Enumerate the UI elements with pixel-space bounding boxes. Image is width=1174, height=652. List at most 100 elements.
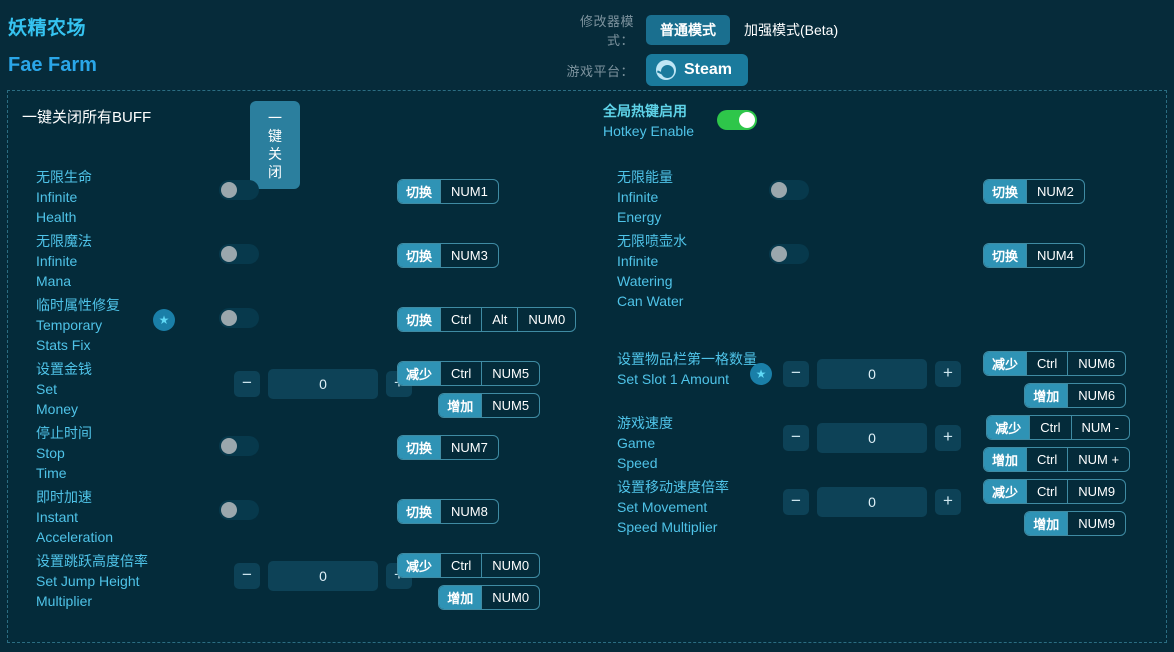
cheat-label-block: 设置移动速度倍率 Set Movement Speed Multiplier <box>617 477 729 537</box>
stepper-increment-button[interactable]: + <box>935 361 961 387</box>
hotkey-action-label[interactable]: 增加 <box>439 586 482 609</box>
hotkey-binding-num3[interactable]: 切换 NUM3 <box>397 243 499 268</box>
hotkey-binding-ctrl-num9[interactable]: 减少 Ctrl NUM9 <box>983 479 1127 504</box>
mode-enhanced-button[interactable]: 加强模式(Beta) <box>730 15 852 45</box>
hotkey-action-label[interactable]: 切换 <box>398 180 441 203</box>
hotkey-binding-num0[interactable]: 增加 NUM0 <box>438 585 541 610</box>
stepper-value-input[interactable]: 0 <box>817 487 927 517</box>
cheat-label-en: Game Speed <box>617 435 658 471</box>
hotkey-action-label[interactable]: 切换 <box>984 244 1027 267</box>
hotkey-action-label[interactable]: 切换 <box>398 244 441 267</box>
hotkey-key[interactable]: NUM7 <box>440 436 498 459</box>
hotkey-action-label[interactable]: 增加 <box>439 394 482 417</box>
hotkey-binding-num8[interactable]: 切换 NUM8 <box>397 499 499 524</box>
hotkey-key[interactable]: Ctrl <box>440 308 481 331</box>
stepper-decrement-button[interactable]: − <box>783 489 809 515</box>
hotkey-key[interactable]: NUM8 <box>440 500 498 523</box>
cheat-toggle[interactable] <box>219 180 259 200</box>
toggle-knob <box>221 246 237 262</box>
cheat-toggle[interactable] <box>219 244 259 264</box>
hotkey-action-label[interactable]: 切换 <box>398 500 441 523</box>
hotkey-action-label[interactable]: 增加 <box>1025 512 1068 535</box>
hotkey-key[interactable]: Ctrl <box>440 554 481 577</box>
cheat-stepper: −0+ <box>234 561 412 591</box>
hotkey-key[interactable]: NUM5 <box>481 394 539 417</box>
hotkey-key[interactable]: NUM1 <box>440 180 498 203</box>
hotkey-key[interactable]: NUM0 <box>517 308 575 331</box>
hotkey-key[interactable]: NUM2 <box>1026 180 1084 203</box>
hotkey-action-label[interactable]: 切换 <box>398 308 441 331</box>
platform-steam-button[interactable]: Steam <box>646 54 749 86</box>
hotkey-key[interactable]: NUM9 <box>1067 512 1125 535</box>
mode-normal-button[interactable]: 普通模式 <box>646 15 730 45</box>
hotkey-binding-ctrl-num6[interactable]: 减少 Ctrl NUM6 <box>983 351 1127 376</box>
favorite-star-icon[interactable]: ★ <box>750 363 772 385</box>
hotkey-key[interactable]: NUM4 <box>1026 244 1084 267</box>
cheat-label-cn: 即时加速 <box>36 489 92 505</box>
hotkey-binding-ctrl-num[interactable]: 增加 Ctrl NUM + <box>983 447 1131 472</box>
stepper-value-input[interactable]: 0 <box>268 369 378 399</box>
stepper-decrement-button[interactable]: − <box>783 425 809 451</box>
stepper-increment-button[interactable]: + <box>935 489 961 515</box>
hotkey-enable-toggle[interactable] <box>717 110 757 130</box>
hotkey-key[interactable]: Ctrl <box>1029 416 1070 439</box>
hotkey-key[interactable]: Ctrl <box>1026 480 1067 503</box>
toggle-knob <box>221 438 237 454</box>
app-title-cn: 妖精农场 <box>8 18 87 39</box>
hotkey-binding-num2[interactable]: 切换 NUM2 <box>983 179 1085 204</box>
cheat-toggle[interactable] <box>219 308 259 328</box>
stepper-value-input[interactable]: 0 <box>817 423 927 453</box>
hotkey-action-label[interactable]: 减少 <box>398 362 441 385</box>
hotkey-binding-num7[interactable]: 切换 NUM7 <box>397 435 499 460</box>
hotkey-binding-num5[interactable]: 增加 NUM5 <box>438 393 541 418</box>
hotkey-binding-num9[interactable]: 增加 NUM9 <box>1024 511 1127 536</box>
hotkey-group: 切换 NUM1 <box>397 179 499 204</box>
hotkey-binding-ctrl-alt-num0[interactable]: 切换 Ctrl Alt NUM0 <box>397 307 577 332</box>
toggle-knob <box>771 246 787 262</box>
hotkey-key[interactable]: Ctrl <box>1026 448 1067 471</box>
hotkey-action-label[interactable]: 减少 <box>984 352 1027 375</box>
hotkey-key[interactable]: NUM - <box>1070 416 1130 439</box>
stepper-value-input[interactable]: 0 <box>268 561 378 591</box>
hotkey-binding-ctrl-num0[interactable]: 减少 Ctrl NUM0 <box>397 553 541 578</box>
app-title-block: 妖精农场 Fae Farm <box>8 16 97 80</box>
hotkey-action-label[interactable]: 增加 <box>1025 384 1068 407</box>
hotkey-key[interactable]: NUM0 <box>481 554 539 577</box>
hotkey-key[interactable]: NUM9 <box>1067 480 1125 503</box>
hotkey-action-label[interactable]: 增加 <box>984 448 1027 471</box>
hotkey-key[interactable]: Alt <box>481 308 517 331</box>
hotkey-key[interactable]: NUM3 <box>440 244 498 267</box>
hotkey-key[interactable]: NUM + <box>1067 448 1129 471</box>
hotkey-key[interactable]: NUM6 <box>1067 352 1125 375</box>
stepper-decrement-button[interactable]: − <box>234 371 260 397</box>
hotkey-action-label[interactable]: 减少 <box>398 554 441 577</box>
stepper-decrement-button[interactable]: − <box>234 563 260 589</box>
close-all-buffs-button[interactable]: 一键关闭 <box>250 101 300 189</box>
cheat-toggle[interactable] <box>219 436 259 456</box>
hotkey-key[interactable]: Ctrl <box>1026 352 1067 375</box>
hotkey-key[interactable]: NUM0 <box>481 586 539 609</box>
hotkey-key[interactable]: NUM5 <box>481 362 539 385</box>
close-all-buffs-label-block: 一键关闭所有BUFF <box>22 108 151 128</box>
cheat-toggle[interactable] <box>219 500 259 520</box>
hotkey-action-label[interactable]: 减少 <box>984 480 1027 503</box>
hotkey-binding-ctrl-num[interactable]: 减少 Ctrl NUM - <box>986 415 1131 440</box>
hotkey-action-label[interactable]: 减少 <box>987 416 1030 439</box>
stepper-decrement-button[interactable]: − <box>783 361 809 387</box>
favorite-star-icon[interactable]: ★ <box>153 309 175 331</box>
toggle-knob <box>221 310 237 326</box>
cheat-label-cn: 停止时间 <box>36 425 92 441</box>
stepper-value-input[interactable]: 0 <box>817 359 927 389</box>
stepper-increment-button[interactable]: + <box>935 425 961 451</box>
hotkey-key[interactable]: NUM6 <box>1067 384 1125 407</box>
hotkey-action-label[interactable]: 切换 <box>398 436 441 459</box>
cheat-toggle[interactable] <box>769 180 809 200</box>
cheat-toggle[interactable] <box>769 244 809 264</box>
hotkey-binding-ctrl-num5[interactable]: 减少 Ctrl NUM5 <box>397 361 541 386</box>
hotkey-binding-num4[interactable]: 切换 NUM4 <box>983 243 1085 268</box>
hotkey-key[interactable]: Ctrl <box>440 362 481 385</box>
cheat-label-block: 临时属性修复 Temporary Stats Fix <box>36 295 120 355</box>
hotkey-binding-num1[interactable]: 切换 NUM1 <box>397 179 499 204</box>
hotkey-binding-num6[interactable]: 增加 NUM6 <box>1024 383 1127 408</box>
hotkey-action-label[interactable]: 切换 <box>984 180 1027 203</box>
